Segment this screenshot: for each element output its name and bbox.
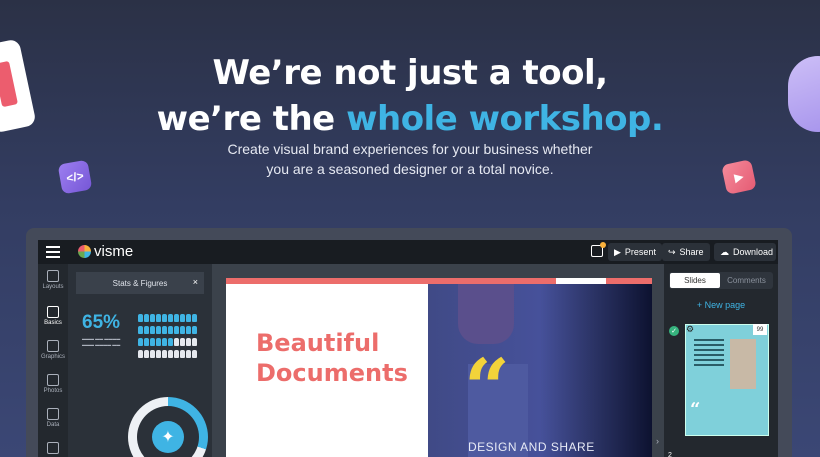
share-button[interactable]: ↪ Share [662,243,710,261]
chevron-right-icon[interactable]: › [656,436,659,446]
page-number: 2 [668,452,672,457]
editor-canvas: Beautiful Documents “ DESIGN AND SHARE [212,264,664,457]
page-thumbnail[interactable]: “ [685,324,769,436]
headline-accent: whole workshop. [346,99,664,139]
panel-title: Stats & Figures [112,278,168,288]
sidebar-item-label: Basics [44,320,62,326]
people-pictogram[interactable] [138,314,204,362]
thumbnail-quote-icon: “ [690,399,701,420]
quote-icon[interactable]: “ [464,348,510,428]
sidebar-item-label: Layouts [42,284,64,290]
app-toolbar: visme ▶ Present ↪ Share ☁ Download [38,240,778,264]
thumbnail-photo [730,339,756,389]
assets-panel: Stats & Figures × 65% ▬▬▬ ▬▬ ▬▬▬▬ ▬▬▬ ▬▬▬… [68,264,212,457]
close-icon[interactable]: × [193,277,198,287]
media-icon [47,442,59,454]
download-label: Download [733,247,774,257]
logo-mark-icon [78,245,91,258]
headline-line-2-prefix: we’re the [156,99,347,139]
photo-figure [458,284,514,344]
layouts-icon [47,270,59,282]
menu-icon[interactable] [46,246,60,258]
share-icon: ↪ [668,246,676,257]
panel-header: Stats & Figures × [76,272,204,294]
notifications-icon[interactable] [591,242,606,257]
photo-icon [47,374,59,386]
thumbnail-text-lines [694,339,724,369]
pie-chart-icon [47,408,59,420]
sidebar-item-label: Graphics [40,354,65,360]
slide-title[interactable]: Beautiful Documents [256,328,426,388]
subheadline-line-1: Create visual brand experiences for your… [227,141,593,157]
slide-title-line-1: Beautiful [256,329,380,357]
download-button[interactable]: ☁ Download [714,243,776,261]
tab-slides[interactable]: Slides [670,273,720,288]
app-logo: visme [78,243,133,260]
present-button[interactable]: ▶ Present [608,243,662,261]
check-icon: ✓ [669,326,679,336]
subheadline-line-2: you are a seasoned designer or a total n… [266,161,554,177]
cloud-download-icon: ☁ [720,246,729,257]
new-page-button[interactable]: + New page [664,300,778,310]
slide-photo[interactable] [428,284,652,457]
sidebar-item-layouts[interactable]: Layouts [38,270,68,290]
present-label: Present [624,247,656,257]
graphics-icon [47,340,59,352]
logo-text: visme [94,243,134,260]
tab-comments[interactable]: Comments [721,273,772,288]
slide[interactable]: Beautiful Documents “ DESIGN AND SHARE [226,278,652,457]
sidebar-item-label: Photos [43,388,63,394]
sidebar-item-basics[interactable]: Basics [38,306,68,326]
stat-percentage[interactable]: 65% [82,312,120,334]
app-window: visme ▶ Present ↪ Share ☁ Download Layou… [38,240,778,457]
sidebar-item-label: Data [46,422,60,428]
sidebar-item-more[interactable] [38,442,68,456]
pages-panel: Slides Comments + New page ✓ “ ⚙ 99 2 [664,264,778,457]
gear-icon[interactable]: ⚙ [686,324,694,335]
twitter-bird-icon: ✦ [152,421,184,453]
slide-title-line-2: Documents [256,359,408,387]
twitter-donut-widget[interactable]: ✦ [128,397,208,457]
slide-caption[interactable]: DESIGN AND SHARE [468,440,595,454]
sidebar-item-data[interactable]: Data [38,408,68,428]
hero-headline: We’re not just a tool, we’re the whole w… [0,50,820,142]
share-label: Share [679,247,704,257]
sidebar-item-photos[interactable]: Photos [38,374,68,394]
thumbnail-badge: 99 [753,324,767,335]
panel-tabs: Slides Comments [669,272,773,289]
stat-caption-placeholder: ▬▬▬ ▬▬ ▬▬▬▬ ▬▬▬ ▬▬▬▬ ▬▬ [82,336,121,347]
play-icon: ▶ [614,246,621,257]
headline-line-1: We’re not just a tool, [212,53,608,93]
left-sidebar: Layouts Basics Graphics Photos Data [38,264,68,457]
shapes-icon [47,306,59,318]
sidebar-item-graphics[interactable]: Graphics [38,340,68,360]
hero-subheadline: Create visual brand experiences for your… [0,139,820,179]
